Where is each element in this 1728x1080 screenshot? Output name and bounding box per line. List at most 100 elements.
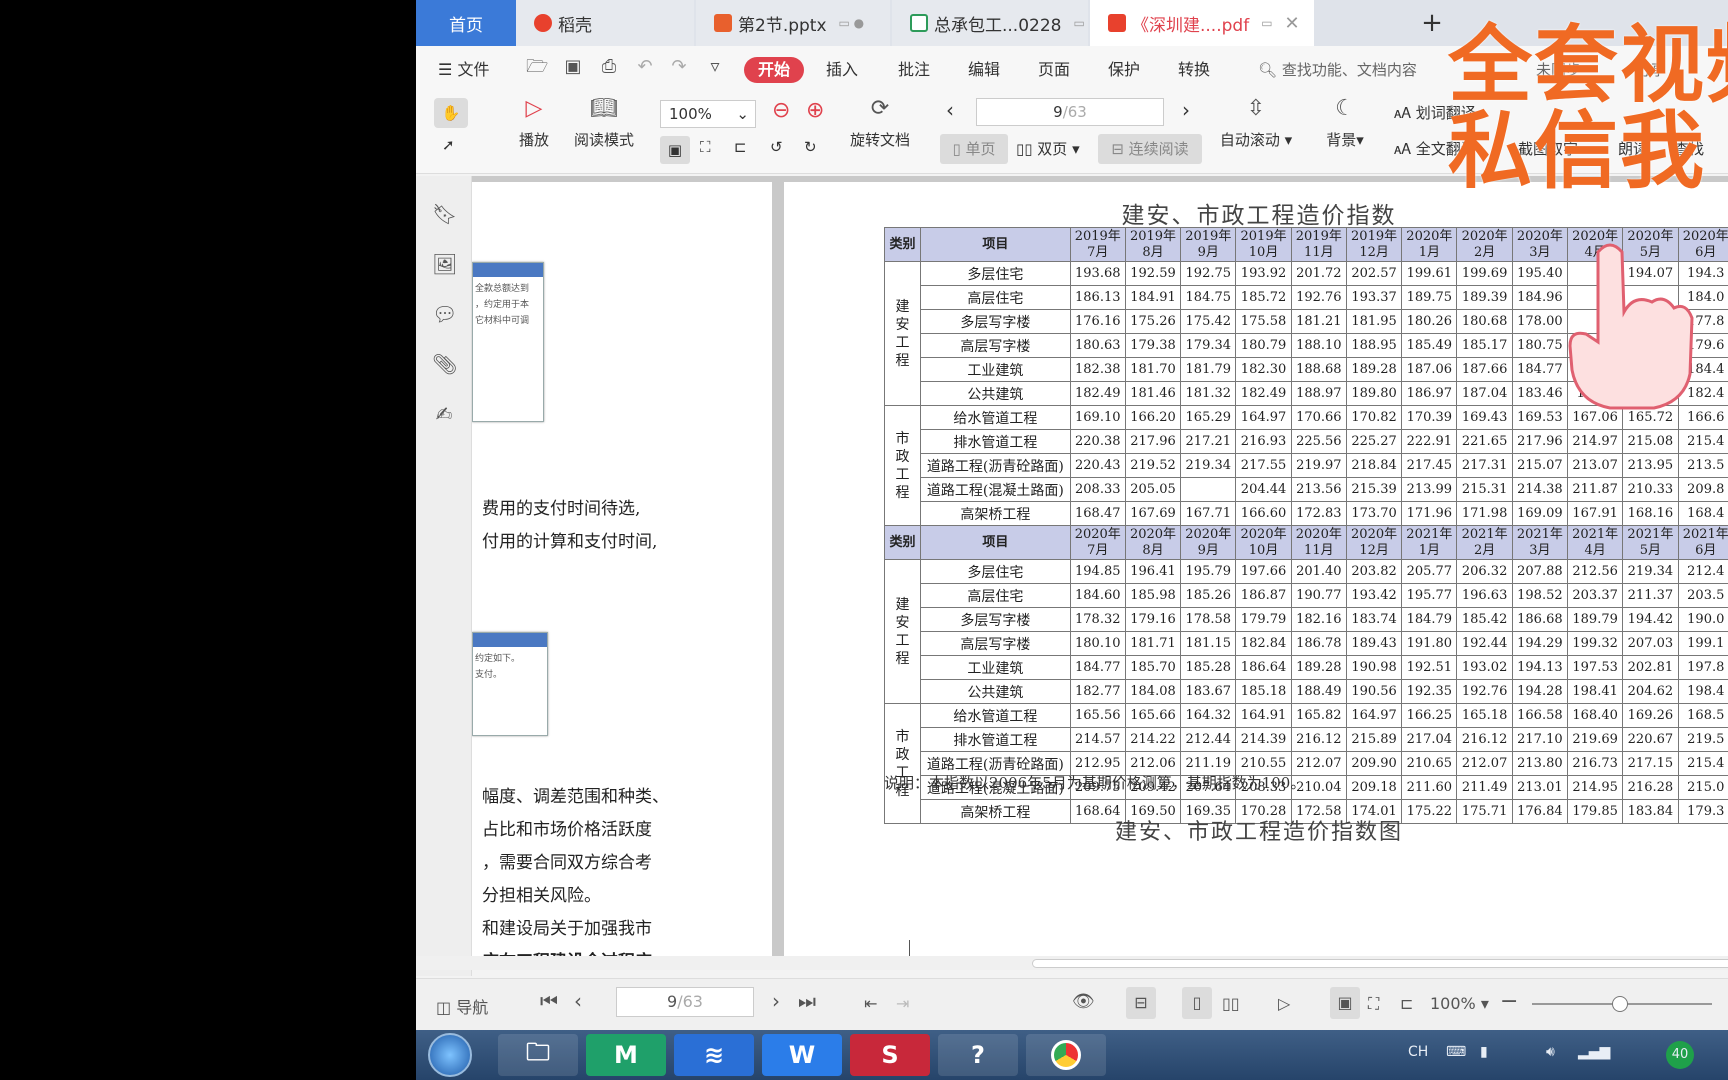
status-bar: ◫ 导航 ⏮︎ ‹ 9/63 › ⏭︎ ⇤ ⇥ 👁︎ ⊟ ▯ ▯▯ ▷ ▣ ⛶ … xyxy=(416,978,1728,1030)
continuous-read-button[interactable]: ⊟ 连续阅读 xyxy=(1098,134,1202,164)
tab-daoke[interactable]: 稻壳 xyxy=(516,0,694,46)
forward-icon[interactable]: ⇥ xyxy=(896,994,909,1013)
read-mode-button[interactable]: 📖︎ 阅读模式 xyxy=(568,96,640,150)
menu-insert[interactable]: 插入 xyxy=(826,57,858,83)
eye-icon[interactable]: 👁︎ xyxy=(1072,991,1095,1012)
menu-annotate[interactable]: 批注 xyxy=(898,57,930,83)
menu-convert[interactable]: 转换 xyxy=(1178,57,1210,83)
network-icon[interactable]: ▂▄▆ xyxy=(1578,1044,1610,1060)
rotate-left-icon[interactable]: ↺ xyxy=(770,138,783,156)
prev-page-icon[interactable]: ‹ xyxy=(574,989,582,1013)
zoom-select[interactable]: 100% ⌄ xyxy=(660,100,756,128)
start-button[interactable] xyxy=(428,1033,472,1077)
zoom-out-button[interactable]: − xyxy=(1500,989,1518,1014)
menu-edit[interactable]: 编辑 xyxy=(968,57,1000,83)
index-value-cell: 217.45 xyxy=(1401,453,1458,478)
single-page-button[interactable]: ▯ 单页 xyxy=(940,134,1008,164)
play-button[interactable]: ▷ 播放 xyxy=(512,96,556,150)
fit-width-icon[interactable]: ⊏ xyxy=(734,138,747,156)
double-page-button[interactable]: ▯▯ 双页 ▾ xyxy=(1016,134,1080,164)
continuous-icon[interactable]: ⊟ xyxy=(1126,987,1156,1019)
fit-page-icon[interactable]: ⛶ xyxy=(700,138,711,156)
next-page-icon[interactable]: › xyxy=(772,989,780,1013)
chrome-icon[interactable] xyxy=(1026,1034,1106,1076)
background-button[interactable]: ☾ 背景▾ xyxy=(1322,96,1368,150)
index-value-cell: 217.55 xyxy=(1235,453,1292,478)
keyboard-icon[interactable]: ⌨ xyxy=(1446,1044,1466,1060)
bookmark-icon[interactable]: 🔖︎ xyxy=(432,202,457,226)
index-value-cell: 179.79 xyxy=(1235,607,1292,632)
prev-page-icon[interactable]: ‹ xyxy=(946,98,954,122)
new-tab-button[interactable]: + xyxy=(1420,0,1444,46)
select-tool-icon[interactable]: ➚ xyxy=(442,136,455,154)
fit-width-icon[interactable]: ⊏ xyxy=(1400,994,1413,1013)
open-icon[interactable]: 🗁 xyxy=(526,56,548,78)
explorer-icon[interactable]: 🗀 xyxy=(498,1034,578,1076)
index-value-cell: 199.69 xyxy=(1456,261,1513,286)
wps-writer-icon[interactable]: W xyxy=(762,1034,842,1076)
header-period: 2021年 4月 xyxy=(1567,525,1624,560)
tab-pptx[interactable]: 第2节.pptx ▭ ● xyxy=(696,0,890,46)
input-lang[interactable]: CH xyxy=(1408,1044,1428,1060)
nav-button[interactable]: ◫ 导航 xyxy=(436,994,488,1018)
actual-size-icon[interactable]: ▣ xyxy=(660,136,690,164)
page-input[interactable]: 9/63 xyxy=(976,98,1164,126)
read-mode-label: 阅读模式 xyxy=(573,131,634,149)
last-page-icon[interactable]: ⏭︎ xyxy=(798,989,816,1013)
app-m-icon[interactable]: M xyxy=(586,1034,666,1076)
help-icon[interactable]: ? xyxy=(938,1034,1018,1076)
save-icon[interactable]: ▣ xyxy=(562,56,584,78)
actual-size-icon[interactable]: ▣ xyxy=(1330,987,1360,1019)
volume-icon[interactable]: 🔊︎ xyxy=(1546,1044,1555,1060)
next-page-icon[interactable]: › xyxy=(1182,98,1190,122)
thumbnail-icon[interactable]: 🖼︎ xyxy=(432,252,457,276)
index-value-cell: 180.68 xyxy=(1456,309,1513,334)
fit-page-icon[interactable]: ⛶ xyxy=(1368,994,1379,1014)
feishu-icon[interactable]: ≋ xyxy=(674,1034,754,1076)
scrollbar-thumb[interactable] xyxy=(1032,959,1728,968)
play-icon[interactable]: ▷ xyxy=(1278,994,1290,1013)
zoom-out-icon[interactable]: ⊖ xyxy=(772,98,790,123)
index-value-cell: 182.49 xyxy=(1235,381,1292,406)
comment-icon[interactable]: 💬︎ xyxy=(432,302,457,326)
index-value-cell: 186.87 xyxy=(1235,583,1292,608)
autoscroll-button[interactable]: ⇳ 自动滚动 ▾ xyxy=(1216,96,1296,150)
tab-close-icon[interactable]: ▭ ● xyxy=(839,16,865,30)
index-value-cell: 197.8 xyxy=(1677,655,1728,680)
tab-pdf[interactable]: 《深圳建....pdf ▭ ✕ xyxy=(1090,0,1314,46)
zoom-in-icon[interactable]: ⊕ xyxy=(806,98,824,123)
clock-badge[interactable]: 40 xyxy=(1666,1041,1694,1069)
redo-icon[interactable]: ↷ xyxy=(668,56,690,78)
undo-icon[interactable]: ↶ xyxy=(634,56,656,78)
menu-file[interactable]: ☰ 文件 xyxy=(438,57,489,83)
index-value-cell: 195.79 xyxy=(1180,559,1237,584)
hand-tool-icon[interactable]: ✋ xyxy=(434,98,468,128)
index-value-cell: 184.77 xyxy=(1511,357,1569,382)
rotate-doc-button[interactable]: ⟳ 旋转文档 xyxy=(844,96,916,150)
attachment-icon[interactable]: 📎︎ xyxy=(432,352,457,376)
zoom-select[interactable]: 100% ▾ xyxy=(1430,994,1489,1013)
wps-pdf-icon[interactable]: S xyxy=(850,1034,930,1076)
signature-icon[interactable]: ✍︎ xyxy=(432,402,456,426)
document-viewport[interactable]: 全款总额达到 ，约定用于本 它材料中可调 约定如下。 支付。 费用的支付时间待选, 付… xyxy=(472,176,1728,968)
horizontal-scrollbar[interactable] xyxy=(416,956,1728,970)
rotate-right-icon[interactable]: ↻ xyxy=(804,138,817,156)
body-text-line: 幅度、调差范围和种类、 xyxy=(482,787,669,807)
double-page-icon[interactable]: ▯▯ xyxy=(1222,994,1240,1013)
menu-start[interactable]: 开始 xyxy=(744,57,805,83)
back-icon[interactable]: ⇤ xyxy=(864,994,877,1013)
index-value-cell: 191.80 xyxy=(1401,631,1458,656)
first-page-icon[interactable]: ⏮︎ xyxy=(540,989,558,1013)
print-icon[interactable]: ⎙ xyxy=(598,56,620,78)
menu-protect[interactable]: 保护 xyxy=(1108,57,1140,83)
single-page-icon[interactable]: ▯ xyxy=(1182,987,1212,1019)
tab-home[interactable]: 首页 xyxy=(416,0,516,46)
more-icon[interactable]: ▿ xyxy=(704,56,726,78)
zoom-slider-handle[interactable] xyxy=(1612,996,1628,1012)
close-icon[interactable]: ✕ xyxy=(1285,13,1300,34)
index-value-cell: 170.39 xyxy=(1401,405,1458,430)
search-box[interactable]: 🔍︎ 查找功能、文档内容 xyxy=(1258,57,1417,83)
menu-page[interactable]: 页面 xyxy=(1038,57,1070,83)
tab-sheet[interactable]: 总承包工...0228 ▭ xyxy=(892,0,1088,46)
status-page-input[interactable]: 9/63 xyxy=(616,987,754,1017)
